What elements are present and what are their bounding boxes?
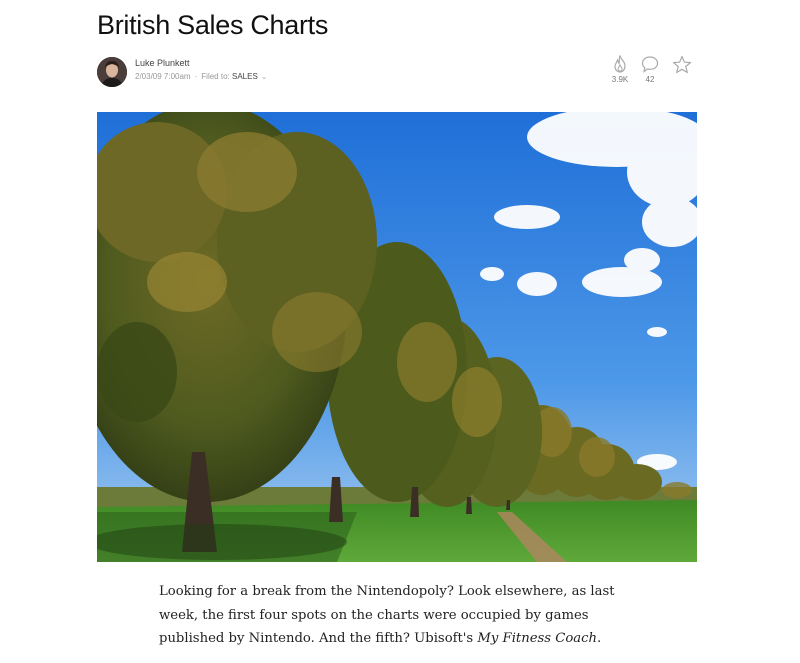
author-avatar[interactable] bbox=[97, 57, 127, 87]
views-count: 3.9K bbox=[611, 75, 629, 84]
game-title-emphasis: My Fitness Coach bbox=[477, 631, 598, 646]
comments-count: 42 bbox=[645, 75, 655, 84]
byline: Luke Plunkett 2/03/09 7:00am · Filed to: S… bbox=[97, 55, 697, 89]
star-icon[interactable] bbox=[672, 55, 692, 75]
meta-separator: · bbox=[194, 72, 198, 81]
comment-bubble-icon[interactable] bbox=[641, 55, 659, 73]
article-title: British Sales Charts bbox=[97, 10, 329, 40]
paragraph-end: . bbox=[597, 631, 602, 646]
hero-image bbox=[97, 112, 697, 562]
post-meta: 2/03/09 7:00am · Filed to: SALES ⌄ bbox=[135, 72, 267, 81]
comments-stat[interactable]: 42 bbox=[637, 55, 663, 84]
post-stats: 3.9K 42 bbox=[607, 55, 697, 89]
chevron-down-icon[interactable]: ⌄ bbox=[261, 72, 268, 81]
flame-icon bbox=[614, 55, 626, 73]
author-name[interactable]: Luke Plunkett bbox=[135, 58, 190, 68]
post-timestamp[interactable]: 2/03/09 7:00am bbox=[135, 72, 191, 81]
views-stat: 3.9K bbox=[607, 55, 633, 84]
save-button[interactable] bbox=[669, 55, 695, 75]
category-link[interactable]: SALES bbox=[232, 72, 258, 81]
filed-to-label: Filed to: bbox=[201, 72, 230, 81]
article-paragraph: Looking for a break from the Nintendopol… bbox=[159, 580, 649, 651]
